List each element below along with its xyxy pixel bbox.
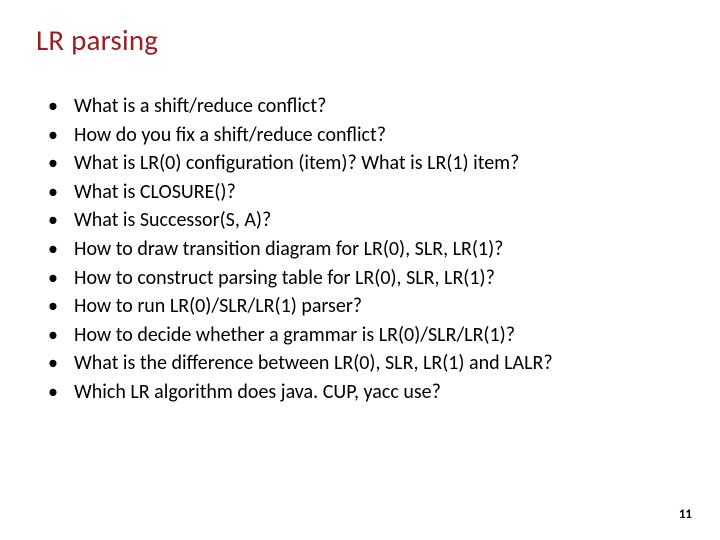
list-item: How to draw transition diagram for LR(0)…: [46, 235, 684, 264]
list-item: How do you fix a shift/reduce conflict?: [46, 121, 684, 150]
list-item: How to decide whether a grammar is LR(0)…: [46, 321, 684, 350]
page-number: 11: [679, 507, 692, 522]
list-item: Which LR algorithm does java. CUP, yacc …: [46, 378, 684, 407]
list-item: What is LR(0) configuration (item)? What…: [46, 149, 684, 178]
bullet-list: What is a shift/reduce conflict? How do …: [36, 92, 684, 407]
slide: LR parsing What is a shift/reduce confli…: [0, 0, 720, 540]
list-item: How to run LR(0)/SLR/LR(1) parser?: [46, 292, 684, 321]
list-item: What is a shift/reduce conflict?: [46, 92, 684, 121]
list-item: How to construct parsing table for LR(0)…: [46, 264, 684, 293]
list-item: What is CLOSURE()?: [46, 178, 684, 207]
list-item: What is the difference between LR(0), SL…: [46, 349, 684, 378]
slide-title: LR parsing: [36, 22, 684, 58]
list-item: What is Successor(S, A)?: [46, 206, 684, 235]
